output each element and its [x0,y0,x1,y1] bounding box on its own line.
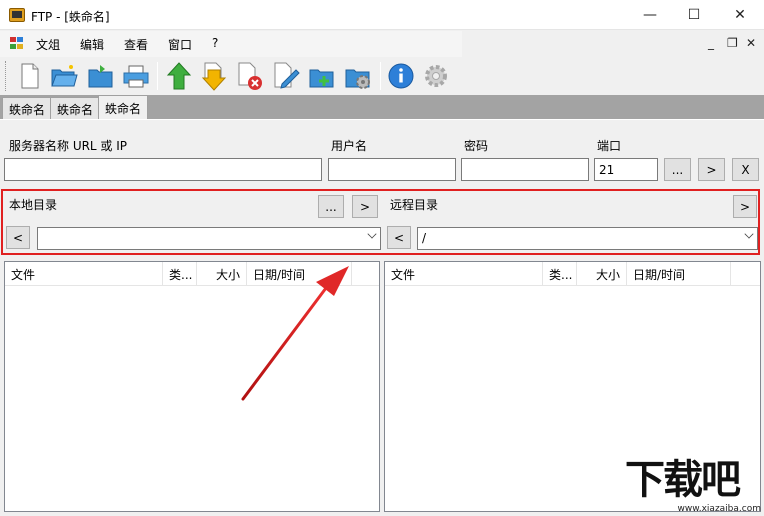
new-file-icon[interactable] [14,60,44,92]
tab-document-3[interactable]: 蛈命名 [98,95,149,119]
download-icon[interactable] [199,60,229,92]
maximize-button[interactable]: ☐ [672,0,716,30]
column-header-type[interactable]: 类... [543,262,577,286]
info-icon[interactable] [386,60,416,92]
toolbar [0,57,764,95]
password-input[interactable] [461,158,589,181]
print-icon[interactable] [121,60,151,92]
toolbar-separator [157,62,158,90]
column-header-type[interactable]: 类... [163,262,197,286]
title-bar: FTP - [蛈命名] — ☐ ✕ [0,0,764,30]
toolbar-grip[interactable] [5,61,8,91]
mdi-close-button[interactable]: ✕ [746,36,756,50]
menu-file[interactable]: 文俎 [36,36,60,53]
document-tab-strip: 蛈命名 蛈命名 蛈命名 [0,95,764,119]
toolbar-separator [380,62,381,90]
minimize-button[interactable]: — [628,0,672,30]
port-label: 端口 [597,139,622,153]
save-folder-icon[interactable] [86,60,116,92]
watermark-url: www.xiazaiba.com [677,504,761,514]
mdi-minimize-button[interactable]: _ [708,36,714,50]
app-icon [9,8,25,22]
watermark-text: 下载吧 [625,457,741,503]
delete-file-icon[interactable] [234,60,264,92]
column-header-size[interactable]: 大小 [577,262,627,286]
column-header-datetime[interactable]: 日期/时间 [627,262,731,286]
upload-icon[interactable] [164,60,194,92]
password-label: 密码 [464,139,489,153]
highlight-box [1,189,760,255]
settings-gear-icon[interactable] [421,60,451,92]
annotation-arrow-icon [241,266,349,401]
disconnect-button[interactable]: X [732,158,759,181]
column-header-file[interactable]: 文件 [5,262,163,286]
menu-strip: 文俎 编辑 查看 窗口 ? [0,31,462,57]
mdi-restore-button[interactable]: ❐ [727,36,738,50]
username-input[interactable] [328,158,456,181]
connect-button[interactable]: > [698,158,725,181]
menu-bar: 文俎 编辑 查看 窗口 ? _ ❐ ✕ [0,31,764,57]
menu-edit[interactable]: 编辑 [80,36,104,53]
tab-document-1[interactable]: 蛈命名 [2,97,53,119]
tab-document-2[interactable]: 蛈命名 [50,97,101,119]
menu-window[interactable]: 窗口 [168,36,192,53]
close-button[interactable]: ✕ [718,0,762,30]
column-header-file[interactable]: 文件 [385,262,543,286]
menu-help[interactable]: ? [212,36,218,50]
window-title: FTP - [蛈命名] [31,10,110,24]
watermark-logo: 下载吧 www.xiazaiba.com [625,456,763,516]
open-folder-icon[interactable] [49,60,79,92]
menu-view[interactable]: 查看 [124,36,148,53]
folder-settings-icon[interactable] [343,60,373,92]
document-icon[interactable] [10,37,24,50]
server-label: 服务器名称 URL 或 IP [9,139,128,153]
new-folder-icon[interactable] [307,60,337,92]
username-label: 用户名 [331,139,368,153]
edit-file-icon[interactable] [270,60,300,92]
browse-server-button[interactable]: ... [664,158,691,181]
remote-list-header: 文件 类... 大小 日期/时间 [385,262,760,286]
server-input[interactable] [4,158,322,181]
port-input[interactable] [594,158,658,181]
